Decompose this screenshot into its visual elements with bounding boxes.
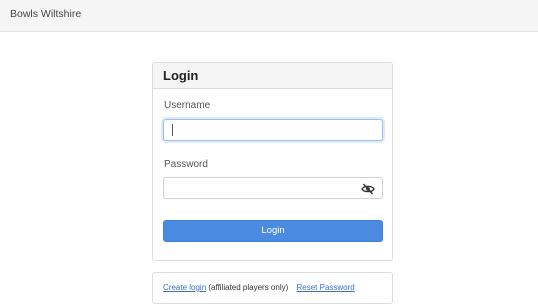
create-login-link[interactable]: Create login xyxy=(163,283,206,292)
username-label: Username xyxy=(164,100,211,111)
login-panel-heading: Login xyxy=(153,63,392,89)
brand-link[interactable]: Bowls Wiltshire xyxy=(10,8,81,20)
reset-password-link[interactable]: Reset Password xyxy=(297,283,355,292)
create-login-note: (affiliated players only) xyxy=(208,283,289,292)
login-button[interactable]: Login xyxy=(163,220,383,242)
text-cursor xyxy=(172,124,173,136)
password-input[interactable] xyxy=(163,177,383,199)
username-input[interactable] xyxy=(163,119,383,141)
login-panel: Login Username Password Login xyxy=(152,62,393,261)
login-title: Login xyxy=(163,68,199,83)
account-links-panel: Create login (affiliated players only) R… xyxy=(152,272,393,304)
eye-slash-icon[interactable] xyxy=(361,182,375,195)
password-label: Password xyxy=(164,159,208,170)
top-navbar: Bowls Wiltshire xyxy=(0,0,538,32)
eye-slash-icon-graphic xyxy=(361,183,375,195)
